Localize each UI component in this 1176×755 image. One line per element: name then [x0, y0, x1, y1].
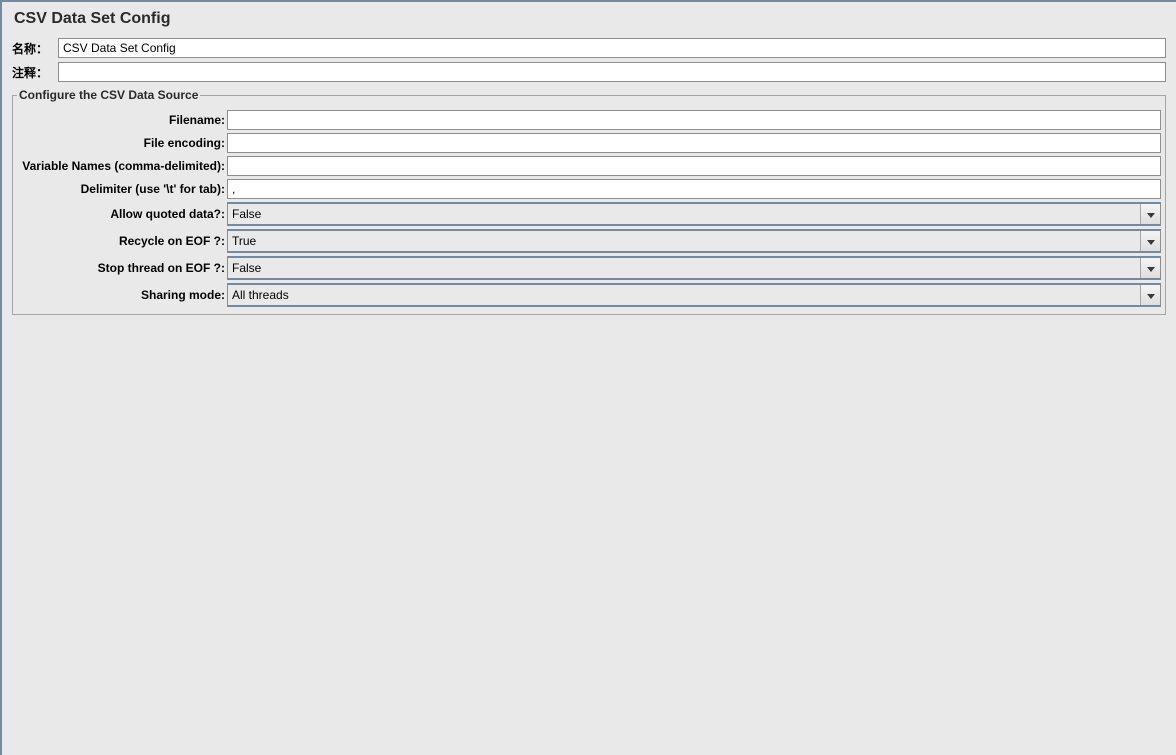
- chevron-down-icon: [1147, 207, 1155, 221]
- quoted-combo[interactable]: False: [227, 202, 1161, 226]
- comment-label: 注释：: [12, 64, 58, 81]
- group-legend: Configure the CSV Data Source: [17, 88, 200, 102]
- csv-config-group: Configure the CSV Data Source Filename: …: [12, 88, 1166, 315]
- sharing-value: All threads: [228, 285, 1140, 305]
- stop-value: False: [228, 258, 1140, 278]
- stop-label: Stop thread on EOF ?:: [17, 261, 227, 275]
- chevron-down-icon: [1147, 288, 1155, 302]
- quoted-value: False: [228, 204, 1140, 224]
- recycle-label: Recycle on EOF ?:: [17, 234, 227, 248]
- delimiter-input[interactable]: [227, 179, 1161, 199]
- varnames-input[interactable]: [227, 156, 1161, 176]
- name-input[interactable]: [58, 38, 1166, 58]
- encoding-input[interactable]: [227, 133, 1161, 153]
- name-label: 名称：: [12, 40, 58, 57]
- sharing-label: Sharing mode:: [17, 288, 227, 302]
- comment-input[interactable]: [58, 62, 1166, 82]
- delimiter-label: Delimiter (use '\t' for tab):: [17, 182, 227, 196]
- filename-label: Filename:: [17, 113, 227, 127]
- recycle-dropdown-button[interactable]: [1140, 231, 1160, 251]
- stop-combo[interactable]: False: [227, 256, 1161, 280]
- chevron-down-icon: [1147, 261, 1155, 275]
- recycle-value: True: [228, 231, 1140, 251]
- panel-title: CSV Data Set Config: [14, 10, 1166, 28]
- stop-dropdown-button[interactable]: [1140, 258, 1160, 278]
- encoding-label: File encoding:: [17, 136, 227, 150]
- varnames-label: Variable Names (comma-delimited):: [17, 159, 227, 173]
- filename-input[interactable]: [227, 110, 1161, 130]
- chevron-down-icon: [1147, 234, 1155, 248]
- sharing-dropdown-button[interactable]: [1140, 285, 1160, 305]
- quoted-dropdown-button[interactable]: [1140, 204, 1160, 224]
- quoted-label: Allow quoted data?:: [17, 207, 227, 221]
- recycle-combo[interactable]: True: [227, 229, 1161, 253]
- sharing-combo[interactable]: All threads: [227, 283, 1161, 307]
